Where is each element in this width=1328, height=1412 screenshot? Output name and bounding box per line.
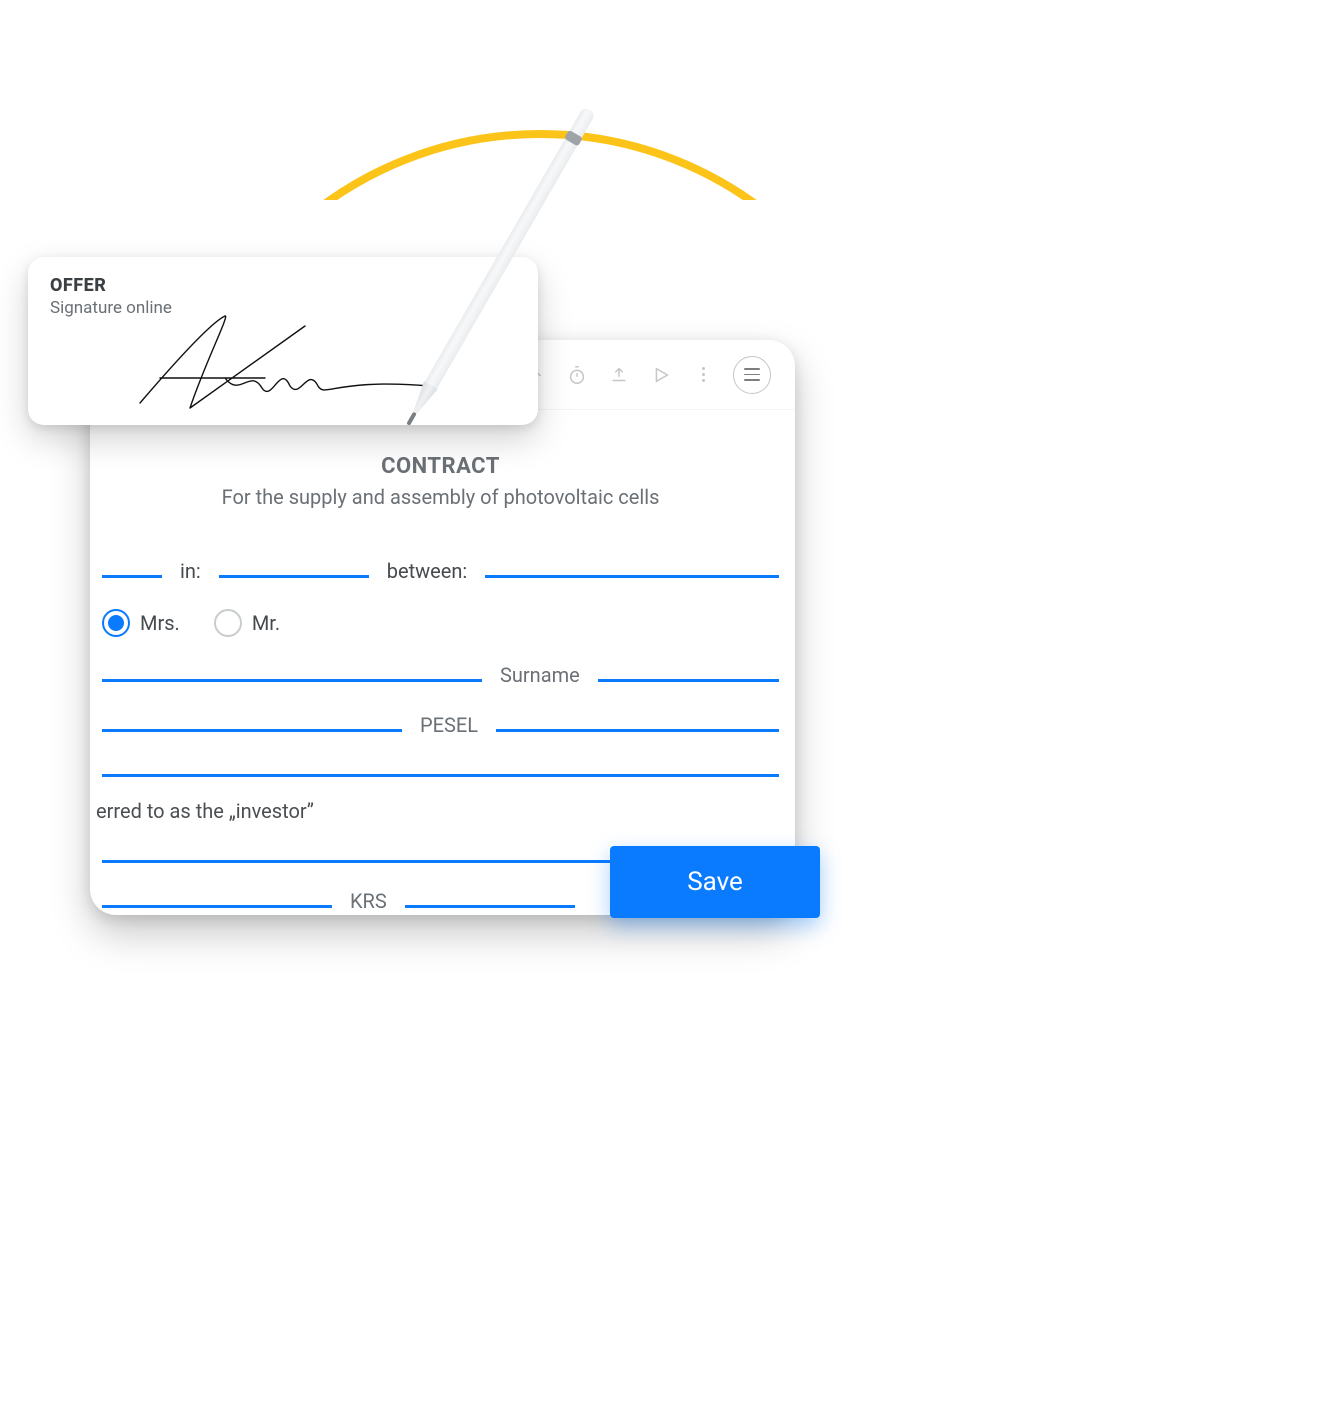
radio-dot-unselected [214,609,242,637]
field-full-line[interactable] [102,763,779,777]
stage: CONTRACT For the supply and assembly of … [0,0,1328,1412]
field-date[interactable] [102,564,162,578]
row-surname: Surname [96,663,785,687]
more-icon[interactable] [691,363,715,387]
document-body: CONTRACT For the supply and assembly of … [90,410,795,913]
field-location[interactable] [219,564,369,578]
field-pesel-right[interactable] [496,718,779,732]
upload-icon[interactable] [607,363,631,387]
radio-label-mrs: Mrs. [140,611,180,635]
save-button[interactable]: Save [610,846,820,918]
row-in-between: in: between: [96,559,785,583]
radio-mrs[interactable]: Mrs. [102,609,180,637]
offer-title: OFFER [50,275,516,296]
field-surname[interactable] [598,668,779,682]
stopwatch-icon[interactable] [565,363,589,387]
document-subtitle: For the supply and assembly of photovolt… [96,485,785,509]
field-firstname[interactable] [102,668,482,682]
label-krs: KRS [350,889,387,913]
field-krs-left[interactable] [102,894,332,908]
salutation-radio-group: Mrs. Mr. [96,583,785,637]
row-full [96,763,785,777]
row-pesel: PESEL [96,713,785,737]
label-surname: Surname [500,663,580,687]
investor-text: erred to as the „investor” [96,777,785,823]
label-in: in: [180,559,201,583]
field-krs-right[interactable] [405,894,575,908]
radio-label-mr: Mr. [252,611,280,635]
menu-icon[interactable] [733,356,771,394]
save-button-label: Save [687,867,743,897]
label-pesel: PESEL [420,713,478,737]
field-between[interactable] [485,564,779,578]
document-title: CONTRACT [96,454,785,479]
radio-dot-selected [102,609,130,637]
play-icon[interactable] [649,363,673,387]
radio-mr[interactable]: Mr. [214,609,280,637]
field-pesel-left[interactable] [102,718,402,732]
label-between: between: [387,559,468,583]
